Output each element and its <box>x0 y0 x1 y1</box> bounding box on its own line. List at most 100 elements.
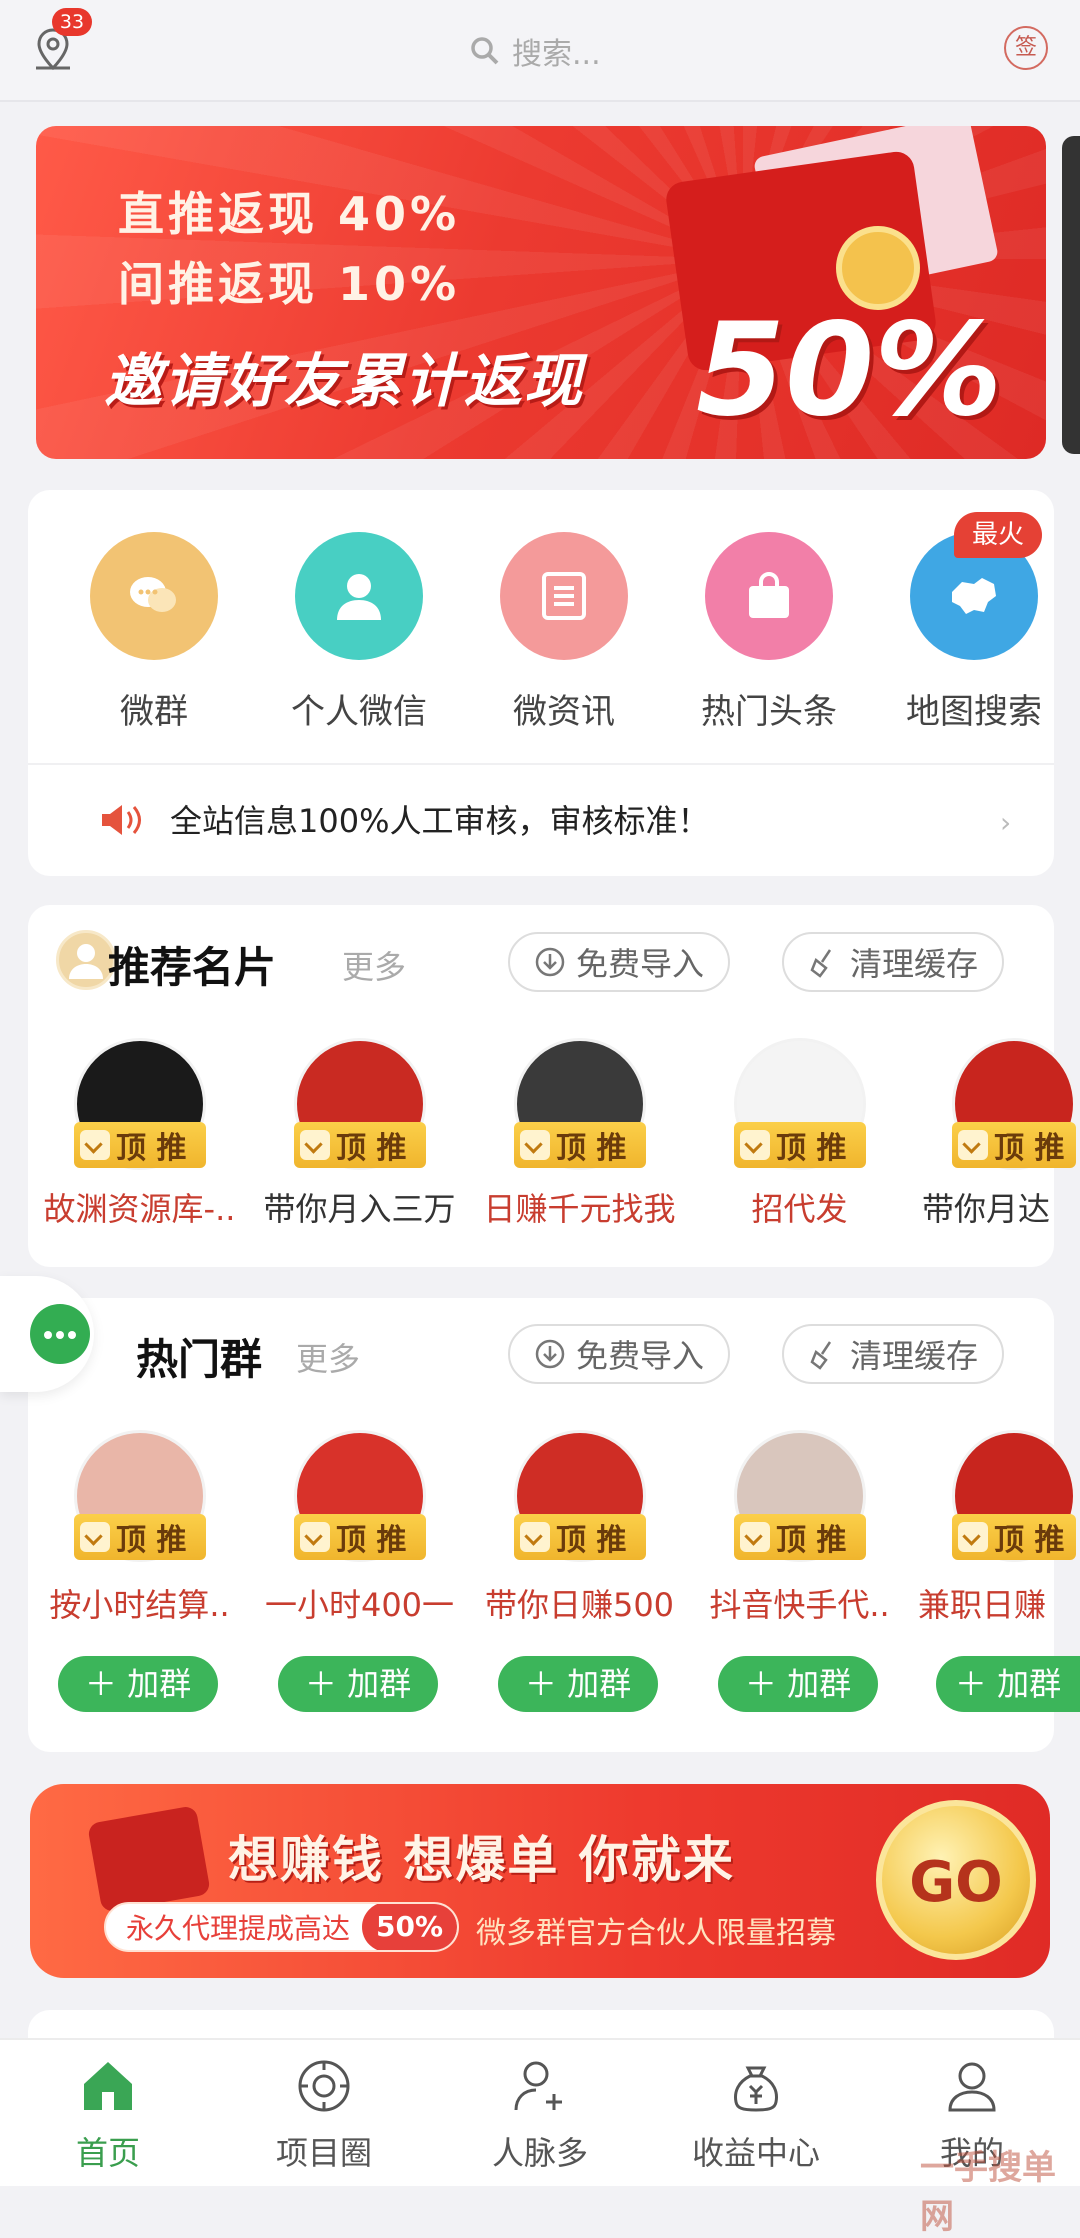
clear-cache-label: 清理缓存 <box>850 945 979 983</box>
top-promo-tag: 顶 推 <box>294 1122 426 1168</box>
card-name[interactable]: 带你月入三万 <box>252 1184 467 1230</box>
promo-sub-percent: 50% <box>362 1904 458 1950</box>
more-dots-icon <box>30 1304 90 1364</box>
menu-item-news[interactable]: 微资讯 <box>484 532 644 733</box>
menu-label: 个人微信 <box>291 692 427 732</box>
search-placeholder: 搜索... <box>512 37 601 72</box>
free-import-label: 免费导入 <box>576 945 705 983</box>
bottom-tab-bar: 首页 项目圈 人脉多 收益中心 我的 <box>0 2038 1080 2186</box>
tab-label: 首页 <box>75 2134 140 2172</box>
group-name[interactable]: 一小时400一 <box>252 1580 467 1626</box>
card-name[interactable]: 招代发 <box>692 1184 907 1230</box>
money-bag-icon <box>734 2066 778 2112</box>
menu-item-wechat-group[interactable]: 微群 <box>74 532 234 733</box>
location-badge: 33 <box>52 8 92 36</box>
group-name[interactable]: 带你日赚500 <box>472 1580 687 1626</box>
sign-in-button[interactable]: 签 <box>1004 26 1048 70</box>
tab-home[interactable]: 首页 <box>0 2056 216 2174</box>
menu-label: 微资讯 <box>513 692 615 732</box>
banner-line1: 直推返现 40% <box>118 187 461 241</box>
person-icon <box>295 532 423 660</box>
top-promo-tag: 顶 推 <box>74 1514 206 1560</box>
join-group-button[interactable]: ＋ 加群 <box>936 1656 1080 1712</box>
join-label: 加群 <box>567 1665 632 1703</box>
join-group-button[interactable]: ＋ 加群 <box>718 1656 878 1712</box>
join-group-button[interactable]: ＋ 加群 <box>498 1656 658 1712</box>
user-card-icon <box>56 930 116 990</box>
tag-icon <box>80 1522 110 1552</box>
broom-icon <box>810 949 832 978</box>
go-button[interactable]: GO <box>876 1800 1036 1960</box>
menu-label: 微群 <box>120 692 188 732</box>
menu-item-map-search[interactable]: 地图搜索 <box>894 532 1054 733</box>
speaker-icon <box>102 805 141 835</box>
more-link[interactable]: 更多 <box>342 942 406 988</box>
tag-label: 顶 推 <box>116 1131 187 1166</box>
home-icon <box>84 2062 132 2110</box>
tag-label: 顶 推 <box>336 1523 407 1558</box>
menu-item-personal-wechat[interactable]: 个人微信 <box>279 532 439 733</box>
invite-banner[interactable]: 直推返现 40% 间推返现 10% 邀请好友累计返现 50% <box>36 126 1046 459</box>
tag-label: 顶 推 <box>776 1523 847 1558</box>
group-name[interactable]: 兼职日赚 <box>918 1580 1080 1626</box>
tag-icon <box>300 1130 330 1160</box>
free-import-button[interactable]: 免费导入 <box>508 1324 731 1384</box>
go-label: GO <box>909 1850 1003 1915</box>
hot-badge: 最火 <box>954 512 1043 558</box>
menu-label: 地图搜索 <box>906 692 1042 732</box>
promo-title: 想赚钱 想爆单 你就来 <box>228 1831 735 1889</box>
join-group-button[interactable]: ＋ 加群 <box>58 1656 218 1712</box>
tag-label: 顶 推 <box>994 1131 1065 1166</box>
menu-label: 热门头条 <box>701 692 837 732</box>
top-bar: 33 搜索... 签 <box>0 0 1080 102</box>
search-input[interactable]: 搜索... <box>470 28 601 74</box>
tag-icon <box>520 1130 550 1160</box>
download-icon <box>535 947 565 977</box>
download-icon <box>535 1339 565 1369</box>
top-promo-tag: 顶 推 <box>952 1514 1076 1560</box>
free-import-button[interactable]: 免费导入 <box>508 932 731 992</box>
banner-percent: 50% <box>696 296 1003 445</box>
group-name[interactable]: 按小时结算.. <box>32 1580 247 1626</box>
tab-contacts[interactable]: 人脉多 <box>432 2056 648 2174</box>
tab-earnings[interactable]: 收益中心 <box>648 2056 864 2174</box>
next-banner-peek[interactable] <box>1062 136 1080 454</box>
tag-icon <box>740 1522 770 1552</box>
tag-icon <box>740 1130 770 1160</box>
join-label: 加群 <box>787 1665 852 1703</box>
partner-promo-banner[interactable]: 想赚钱 想爆单 你就来 永久代理提成高达 50% 微多群官方合伙人限量招募 GO <box>30 1784 1050 1978</box>
section-title: 热门群 <box>136 1335 263 1384</box>
top-promo-tag: 顶 推 <box>952 1122 1076 1168</box>
more-link[interactable]: 更多 <box>296 1334 360 1380</box>
divider <box>28 763 1054 765</box>
tab-project-circle[interactable]: 项目圈 <box>216 2056 432 2174</box>
group-name[interactable]: 抖音快手代.. <box>692 1580 907 1626</box>
tag-icon <box>80 1130 110 1160</box>
clear-cache-button[interactable]: 清理缓存 <box>782 1324 1005 1384</box>
menu-item-hot-headlines[interactable]: 热门头条 <box>689 532 849 733</box>
add-contact-icon <box>514 2061 562 2111</box>
top-promo-tag: 顶 推 <box>294 1514 426 1560</box>
tag-label: 顶 推 <box>336 1131 407 1166</box>
chevron-right-icon[interactable]: › <box>1000 806 1011 839</box>
top-promo-tag: 顶 推 <box>514 1122 646 1168</box>
bag-icon <box>705 532 833 660</box>
tab-label: 项目圈 <box>275 2134 372 2172</box>
join-label: 加群 <box>127 1665 192 1703</box>
banner-line2: 间推返现 10% <box>118 257 461 311</box>
profile-icon <box>948 2062 996 2112</box>
tag-label: 顶 推 <box>776 1131 847 1166</box>
notice-text[interactable]: 全站信息100%人工审核，审核标准！ <box>170 796 710 842</box>
join-group-button[interactable]: ＋ 加群 <box>278 1656 438 1712</box>
promo-sub-text: 永久代理提成高达 <box>126 1912 351 1945</box>
clear-cache-label: 清理缓存 <box>850 1337 979 1375</box>
chat-icon <box>90 532 218 660</box>
card-name[interactable]: 带你月达 <box>922 1184 1080 1230</box>
promo-commission: 永久代理提成高达 50% <box>104 1902 460 1952</box>
top-promo-tag: 顶 推 <box>74 1122 206 1168</box>
card-name[interactable]: 日赚千元找我 <box>472 1184 687 1230</box>
clear-cache-button[interactable]: 清理缓存 <box>782 932 1005 992</box>
card-name[interactable]: 故渊资源库-.. <box>32 1184 247 1230</box>
tag-label: 顶 推 <box>556 1131 627 1166</box>
tag-label: 顶 推 <box>556 1523 627 1558</box>
